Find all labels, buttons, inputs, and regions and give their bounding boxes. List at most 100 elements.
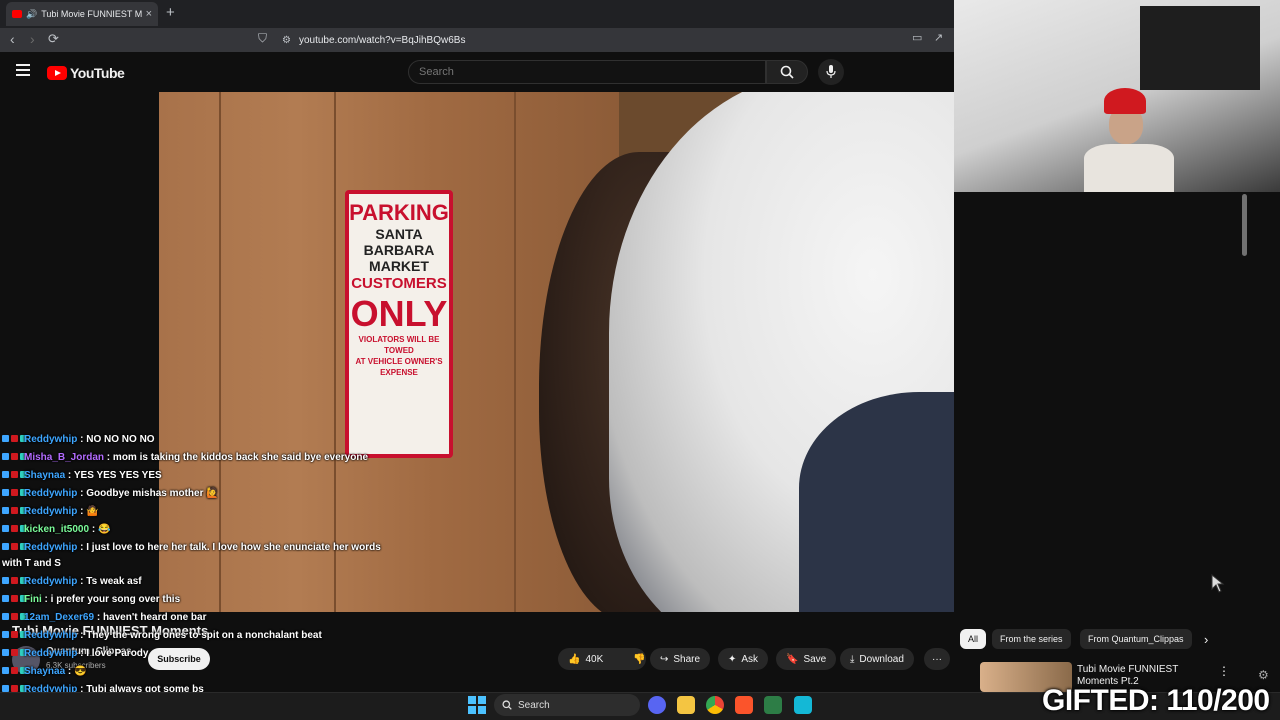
chip-all[interactable]: All: [960, 629, 987, 649]
like-button[interactable]: 👍 40K: [558, 648, 613, 670]
search-icon: [780, 65, 794, 79]
chrome-icon[interactable]: [706, 696, 724, 714]
bookmark-save-icon: 🔖: [786, 653, 799, 665]
more-actions-button[interactable]: ···: [924, 648, 950, 670]
chat-username[interactable]: Reddywhip: [24, 506, 77, 517]
download-button[interactable]: ⤓ Download: [840, 648, 914, 670]
youtube-logo[interactable]: YouTube: [47, 65, 125, 81]
download-icon: ⤓: [850, 653, 855, 665]
chat-username[interactable]: Shaynaa: [24, 666, 65, 677]
download-label: Download: [859, 653, 904, 665]
chat-badges-icon: [2, 542, 27, 553]
chip-from-series[interactable]: From the series: [992, 629, 1071, 649]
chat-message: Misha_B_Jordan : mom is taking the kiddo…: [2, 452, 368, 463]
chat-text: They the wrong ones to spit on a nonchal…: [86, 630, 322, 641]
video-player[interactable]: PARKING SANTA BARBARA MARKET CUSTOMERS O…: [159, 92, 1082, 612]
back-icon[interactable]: ‹: [10, 31, 15, 47]
webcam-tv: [1140, 6, 1260, 90]
chat-text: with T and S: [2, 558, 61, 569]
microphone-icon: [826, 65, 836, 78]
sign-line: CUSTOMERS: [351, 275, 447, 292]
search-input[interactable]: [408, 60, 766, 84]
url-text[interactable]: youtube.com/watch?v=BqJihBQw6Bs: [299, 35, 465, 46]
chat-text: I love Parody: [86, 648, 149, 659]
browser-tab[interactable]: 🔊 Tubi Movie FUNNIEST Moments ×: [6, 2, 158, 26]
share-page-icon[interactable]: ↗: [934, 31, 943, 44]
chat-username[interactable]: 12am_Dexer69: [24, 612, 94, 623]
chat-username[interactable]: Reddywhip: [24, 648, 77, 659]
xbox-app-icon[interactable]: [764, 696, 782, 714]
chat-badges-icon: [2, 452, 27, 463]
chat-message: Reddywhip : Goodbye mishas mother 🙋: [2, 488, 219, 499]
chat-text: i prefer your song over this: [50, 594, 181, 605]
parking-sign: PARKING SANTA BARBARA MARKET CUSTOMERS O…: [345, 190, 453, 458]
app-icon[interactable]: [794, 696, 812, 714]
chat-username[interactable]: Shaynaa: [24, 470, 65, 481]
chat-username[interactable]: Reddywhip: [24, 630, 77, 641]
chat-badges-icon: [2, 470, 27, 481]
chat-username[interactable]: Reddywhip: [24, 488, 77, 499]
chat-username[interactable]: Reddywhip: [24, 434, 77, 445]
url-field[interactable]: ⚙ youtube.com/watch?v=BqJihBQw6Bs: [282, 31, 952, 49]
taskbar-search[interactable]: Search: [494, 694, 640, 716]
chat-text: YES YES YES YES: [73, 470, 162, 481]
chip-from-channel[interactable]: From Quantum_Clippas: [1080, 629, 1192, 649]
forward-icon[interactable]: ›: [30, 31, 35, 47]
chat-text: haven't heard one bar: [102, 612, 207, 623]
cursor-icon: [1211, 574, 1225, 593]
chat-message: Reddywhip : Ts weak asf: [2, 576, 142, 587]
chat-message: Reddywhip : I love Parody: [2, 648, 148, 659]
chat-text: 🤷: [86, 506, 99, 517]
share-button[interactable]: ↪ Share: [650, 648, 711, 670]
hamburger-menu-icon[interactable]: [16, 64, 30, 76]
chat-username[interactable]: Reddywhip: [24, 576, 77, 587]
voice-search-button[interactable]: [818, 59, 844, 85]
chat-message: Shaynaa : 😎: [2, 666, 86, 677]
webcam-streamer-hat: [1104, 88, 1146, 114]
sparkle-icon: ✦: [728, 653, 737, 665]
close-tab-icon[interactable]: ×: [146, 8, 152, 20]
chat-username[interactable]: kicken_it5000: [24, 524, 89, 535]
brave-icon[interactable]: [735, 696, 753, 714]
chat-username[interactable]: Reddywhip: [24, 542, 77, 553]
new-tab-button[interactable]: +: [166, 4, 175, 21]
scrollbar-thumb[interactable]: [1242, 194, 1247, 256]
gifted-counter-overlay: GIFTED: 110/200: [1042, 684, 1270, 717]
wall-plank: [219, 92, 221, 612]
chat-badges-icon: [2, 648, 27, 659]
taskbar-search-label: Search: [518, 699, 550, 711]
sign-line: SANTA BARBARA: [363, 226, 435, 258]
discord-icon[interactable]: [648, 696, 666, 714]
site-info-icon[interactable]: ⚙: [282, 35, 291, 46]
subscribe-button[interactable]: Subscribe: [148, 648, 210, 670]
chat-message: Reddywhip : I just love to here her talk…: [2, 542, 381, 553]
gear-icon[interactable]: ⚙: [1258, 668, 1269, 682]
sign-line: MARKET: [369, 258, 429, 274]
sign-line: VIOLATORS WILL BE TOWED: [358, 335, 440, 355]
chat-message: 12am_Dexer69 : haven't heard one bar: [2, 612, 206, 623]
chat-username[interactable]: Fini: [24, 594, 42, 605]
save-button[interactable]: 🔖 Save: [776, 648, 837, 670]
like-dislike-group: 👍 40K 👎: [558, 648, 646, 670]
share-label: Share: [673, 653, 701, 665]
chat-message: Fini : i prefer your song over this: [2, 594, 180, 605]
search-icon: [502, 700, 512, 710]
chat-username[interactable]: Misha_B_Jordan: [24, 452, 104, 463]
speaker-icon[interactable]: 🔊: [26, 9, 37, 20]
chevron-right-icon[interactable]: ›: [1204, 632, 1208, 647]
webcam-overlay: [954, 0, 1280, 192]
chat-text: 😂: [97, 524, 111, 535]
file-explorer-icon[interactable]: [677, 696, 695, 714]
windows-start-icon[interactable]: [468, 696, 486, 714]
youtube-logo-text: YouTube: [70, 65, 125, 81]
cast-icon[interactable]: ▭: [912, 31, 922, 44]
chat-badges-icon: [2, 630, 27, 641]
bookmark-icon[interactable]: ⛉: [258, 31, 267, 46]
reload-icon[interactable]: ⟳: [48, 31, 59, 47]
chat-badges-icon: [2, 488, 27, 499]
chat-text: Goodbye mishas mother 🙋: [86, 488, 219, 499]
chat-badges-icon: [2, 612, 27, 623]
recommended-more-icon[interactable]: ⋮: [1218, 664, 1230, 678]
search-button[interactable]: [766, 60, 808, 84]
ask-button[interactable]: ✦ Ask: [718, 648, 769, 670]
